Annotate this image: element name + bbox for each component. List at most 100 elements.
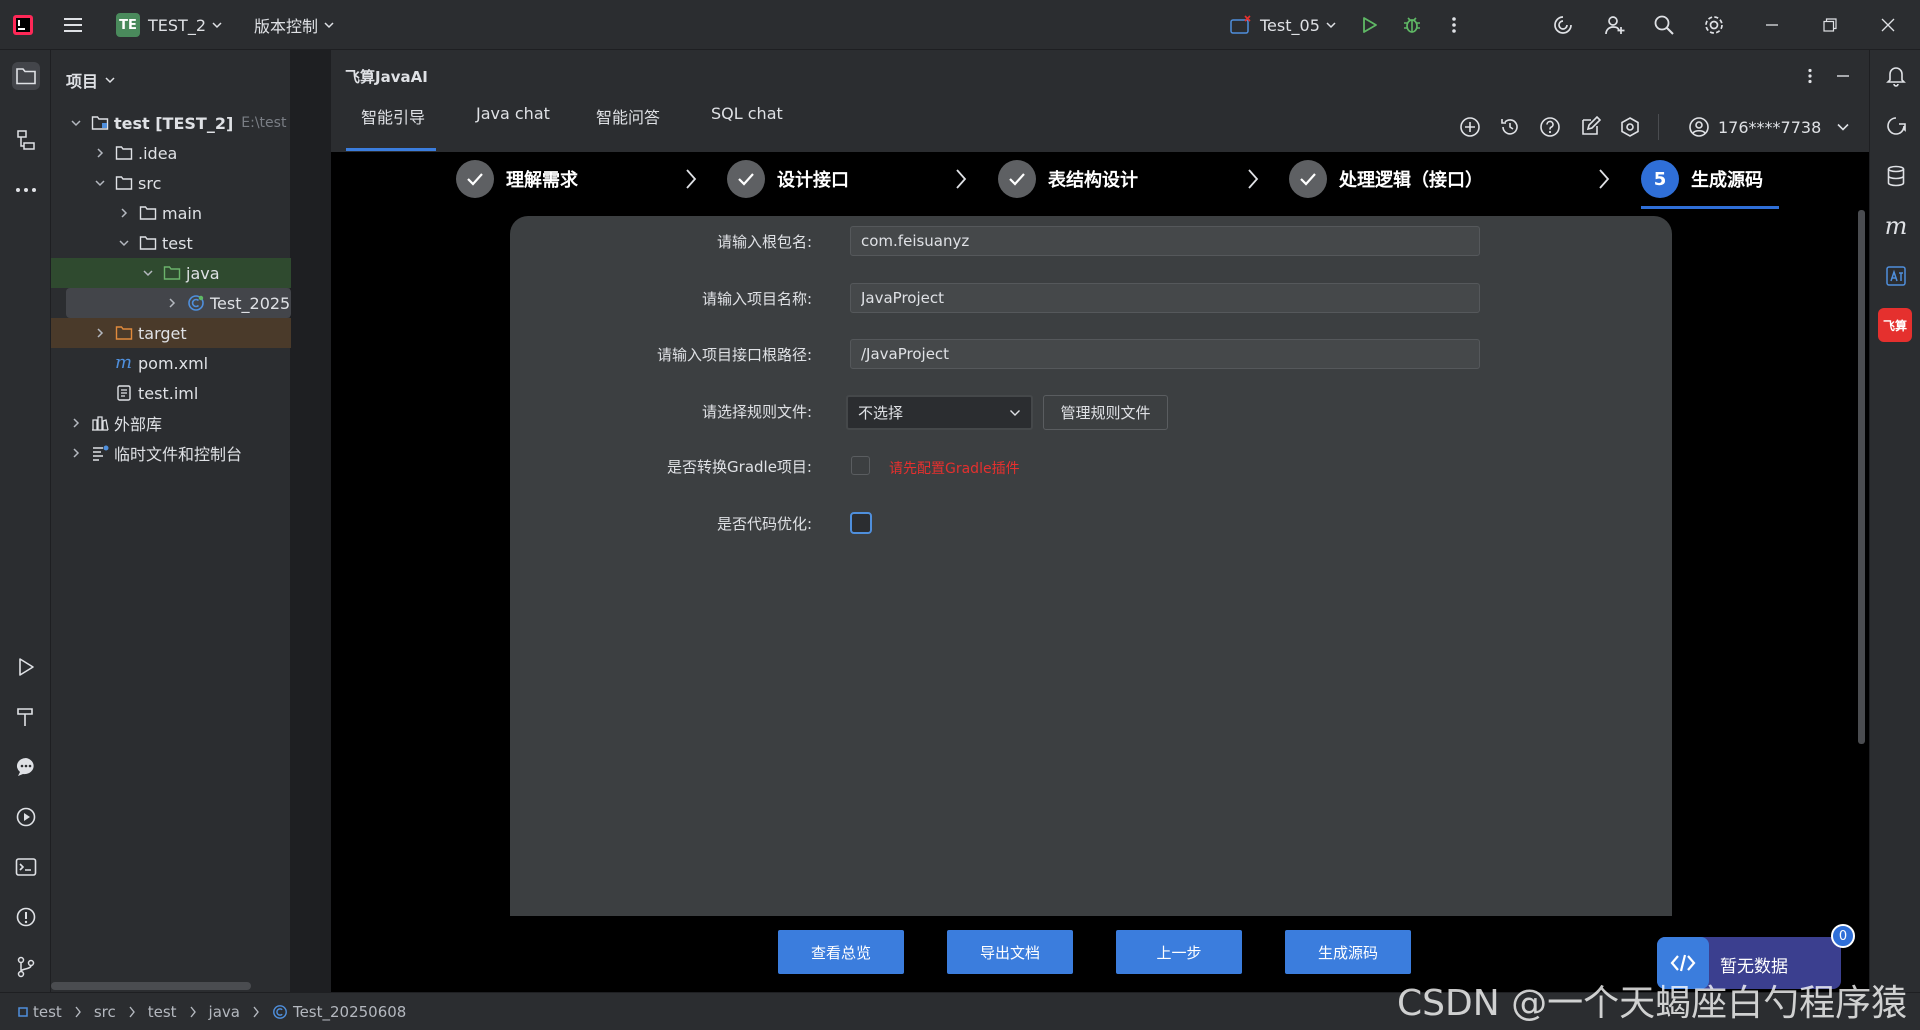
project-switcher[interactable]: TE TEST_2 xyxy=(116,0,222,50)
build-hammer-icon[interactable] xyxy=(12,703,40,731)
step-understand-requirements[interactable]: 理解需求 xyxy=(456,160,578,198)
step-process-logic[interactable]: 处理逻辑（接口） xyxy=(1289,160,1483,198)
tree-item-label: 临时文件和控制台 xyxy=(114,445,243,464)
check-icon xyxy=(727,160,765,198)
debug-icon[interactable] xyxy=(1399,12,1425,38)
project-folder-icon[interactable] xyxy=(12,62,40,90)
hide-panel-icon[interactable] xyxy=(1830,63,1856,89)
minimize-icon[interactable] xyxy=(1759,12,1785,38)
form-card xyxy=(510,216,1672,916)
tree-item-label: java xyxy=(186,263,220,283)
step-generate-source[interactable]: 5 生成源码 xyxy=(1641,160,1763,198)
tree-item-main[interactable]: main xyxy=(51,198,291,228)
view-overview-button[interactable]: 查看总览 xyxy=(778,930,904,974)
check-icon xyxy=(456,160,494,198)
step-label: 表结构设计 xyxy=(1048,170,1138,191)
maven-m-icon[interactable]: m xyxy=(1882,212,1910,240)
chevron-right-icon xyxy=(121,208,128,218)
tree-item-scratches[interactable]: 临时文件和控制台 xyxy=(51,438,291,468)
java-class-icon xyxy=(188,295,204,311)
more-tools-icon[interactable] xyxy=(12,176,40,204)
root-path-label: 请输入项目接口根路径: xyxy=(656,346,812,364)
run-config-selector[interactable]: Test_05 xyxy=(1230,0,1336,50)
active-tab-underline xyxy=(346,148,436,151)
vcs-menu[interactable]: 版本控制 xyxy=(254,0,334,50)
tree-item-src[interactable]: src xyxy=(51,168,291,198)
database-icon[interactable] xyxy=(1882,162,1910,190)
run-tool-icon[interactable] xyxy=(12,653,40,681)
check-icon xyxy=(1289,160,1327,198)
project-panel-header[interactable]: 项目 xyxy=(66,68,115,92)
export-doc-button[interactable]: 导出文档 xyxy=(947,930,1073,974)
step-design-interface[interactable]: 设计接口 xyxy=(727,160,849,198)
root-path-input[interactable] xyxy=(850,339,1480,369)
breadcrumb-item[interactable]: test xyxy=(148,1003,177,1021)
project-name-input[interactable] xyxy=(850,283,1480,313)
tree-item-iml[interactable]: test.iml xyxy=(51,378,291,408)
chevron-right-icon xyxy=(73,418,80,428)
help-icon[interactable] xyxy=(1537,114,1563,140)
previous-step-button[interactable]: 上一步 xyxy=(1116,930,1242,974)
notifications-bell-icon[interactable] xyxy=(1882,62,1910,90)
tab-smart-qa[interactable]: 智能问答 xyxy=(596,104,660,128)
user-phone: 176****7738 xyxy=(1718,117,1822,137)
tab-java-chat[interactable]: Java chat xyxy=(476,104,550,123)
restore-icon[interactable] xyxy=(1817,12,1843,38)
add-user-icon[interactable] xyxy=(1602,12,1628,38)
ai-chat-icon[interactable] xyxy=(1882,112,1910,140)
history-icon[interactable] xyxy=(1497,114,1523,140)
tab-sql-chat[interactable]: SQL chat xyxy=(711,104,783,123)
user-account-menu[interactable]: 176****7738 xyxy=(1688,114,1849,140)
services-icon[interactable] xyxy=(12,803,40,831)
add-circle-icon[interactable] xyxy=(1457,114,1483,140)
plugin-options-icon[interactable] xyxy=(1797,63,1823,89)
chevron-down-icon xyxy=(1837,123,1849,131)
breadcrumb-item[interactable]: src xyxy=(94,1003,116,1021)
terminal-icon[interactable] xyxy=(12,853,40,881)
ai-assistant-icon[interactable] xyxy=(1550,12,1576,38)
breadcrumb-item[interactable]: test xyxy=(33,1003,62,1021)
problems-icon[interactable] xyxy=(12,903,40,931)
check-icon xyxy=(998,160,1036,198)
structure-icon[interactable] xyxy=(12,126,40,154)
chat-bubble-icon[interactable] xyxy=(12,753,40,781)
edit-icon[interactable] xyxy=(1577,114,1603,140)
main-menu-icon[interactable] xyxy=(60,12,86,38)
git-branch-icon[interactable] xyxy=(12,953,40,981)
breadcrumb-item[interactable]: java xyxy=(209,1003,240,1021)
translate-icon[interactable] xyxy=(1882,262,1910,290)
module-folder-icon xyxy=(91,116,109,130)
tree-item-label: target xyxy=(138,323,187,343)
gradle-checkbox[interactable] xyxy=(851,456,870,475)
tree-item-external-libs[interactable]: 外部库 xyxy=(51,408,291,438)
tree-item-label: .idea xyxy=(138,143,178,163)
plugin-scrollbar[interactable] xyxy=(1858,210,1865,744)
chevron-right-icon xyxy=(1599,169,1610,189)
chevron-right-icon xyxy=(253,1006,259,1018)
optimize-label: 是否代码优化: xyxy=(716,515,812,533)
tree-item-idea[interactable]: .idea xyxy=(51,138,291,168)
optimize-checkbox[interactable] xyxy=(850,512,872,534)
settings-icon[interactable] xyxy=(1617,114,1643,140)
step-table-design[interactable]: 表结构设计 xyxy=(998,160,1138,198)
tree-item-java[interactable]: java xyxy=(51,258,291,288)
manage-rules-button[interactable]: 管理规则文件 xyxy=(1043,395,1168,430)
tab-smart-guide[interactable]: 智能引导 xyxy=(361,104,425,128)
tree-item-root[interactable]: test [TEST_2] E:\test xyxy=(51,108,291,138)
more-actions-icon[interactable] xyxy=(1441,12,1467,38)
run-icon[interactable] xyxy=(1356,12,1382,38)
feisuan-plugin-icon[interactable]: 飞算 xyxy=(1878,308,1912,342)
gear-icon[interactable] xyxy=(1701,12,1727,38)
tree-item-test-class[interactable]: Test_20250608 xyxy=(66,288,291,318)
close-icon[interactable] xyxy=(1875,12,1901,38)
search-icon[interactable] xyxy=(1651,12,1677,38)
root-package-input[interactable] xyxy=(850,226,1480,256)
breadcrumb-item[interactable]: Test_20250608 xyxy=(293,1003,406,1021)
horizontal-scrollbar[interactable] xyxy=(51,982,251,990)
generate-source-button[interactable]: 生成源码 xyxy=(1285,930,1411,974)
tree-item-pom[interactable]: m pom.xml xyxy=(51,348,291,378)
tree-item-target[interactable]: target xyxy=(51,318,291,348)
tree-item-test[interactable]: test xyxy=(51,228,291,258)
scratches-icon xyxy=(93,445,109,461)
rule-file-select[interactable]: 不选择 xyxy=(846,395,1033,430)
